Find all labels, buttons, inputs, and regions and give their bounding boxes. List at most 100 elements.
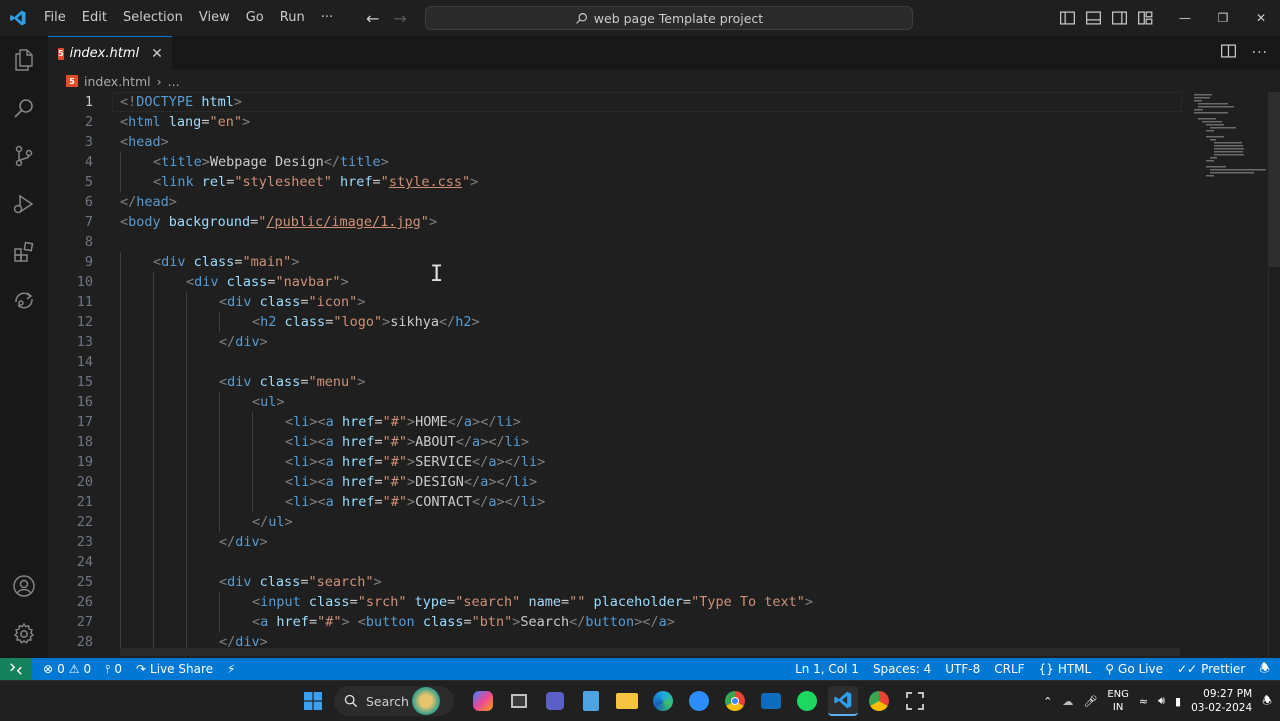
prettier-button[interactable]: ✓✓ Prettier: [1170, 662, 1252, 676]
code-line[interactable]: 3 <head>: [48, 132, 1188, 152]
menu-file[interactable]: File: [36, 0, 74, 36]
code-text: <ul>: [252, 394, 285, 410]
remote-indicator-icon[interactable]: [0, 658, 32, 680]
back-arrow-icon[interactable]: ←: [366, 9, 379, 28]
edge-icon[interactable]: [648, 686, 678, 716]
show-hidden-icons-chevron-icon[interactable]: ⌃: [1043, 695, 1052, 708]
menu-edit[interactable]: Edit: [74, 0, 115, 36]
code-line[interactable]: 25 <div class="search">: [48, 572, 1188, 592]
code-text: <li><a href="#">CONTACT</a></li>: [285, 494, 546, 510]
code-line[interactable]: 11 <div class="icon">: [48, 292, 1188, 312]
run-debug-icon[interactable]: [0, 180, 48, 228]
menu-view[interactable]: View: [191, 0, 238, 36]
windows-start-icon[interactable]: [298, 686, 328, 716]
notification-bell-icon[interactable]: 🕭︎: [1262, 692, 1272, 711]
line-number: 22: [76, 514, 93, 530]
task-view-icon[interactable]: [504, 686, 534, 716]
explorer-icon[interactable]: [0, 36, 48, 84]
split-editor-icon[interactable]: [1220, 44, 1236, 62]
spotify-icon[interactable]: [792, 686, 822, 716]
search-sidebar-icon[interactable]: [0, 84, 48, 132]
code-line[interactable]: 24: [48, 552, 1188, 572]
minimap[interactable]: [1188, 92, 1268, 658]
power-automate-icon[interactable]: [756, 686, 786, 716]
zoom-icon[interactable]: [684, 686, 714, 716]
code-line[interactable]: 5 <link rel="stylesheet" href="style.css"…: [48, 172, 1188, 192]
ports-indicator[interactable]: ⫯ 0: [98, 662, 129, 677]
code-editor[interactable]: 1 <!DOCTYPE html> 2 <html lang="en"> 3 <head>…: [48, 92, 1188, 658]
restore-button[interactable]: ❐: [1204, 0, 1242, 36]
close-window-button[interactable]: ✕: [1242, 0, 1280, 36]
notifications-bell-icon[interactable]: 🕭︎: [1252, 659, 1280, 680]
tab-close-icon[interactable]: ✕: [151, 46, 163, 62]
language-mode[interactable]: {} HTML: [1032, 662, 1099, 676]
forward-arrow-icon[interactable]: →: [393, 9, 406, 28]
code-line[interactable]: 8: [48, 232, 1188, 252]
snipping-tool-icon[interactable]: [900, 686, 930, 716]
code-line[interactable]: 2 <html lang="en">: [48, 112, 1188, 132]
toggle-panel-icon[interactable]: [1080, 0, 1106, 36]
code-line[interactable]: 15 <div class="menu">: [48, 372, 1188, 392]
end-of-line[interactable]: CRLF: [987, 662, 1031, 676]
widgets-icon[interactable]: [412, 687, 440, 715]
error-count: 0: [57, 662, 65, 676]
customize-layout-icon[interactable]: [1132, 0, 1158, 36]
system-clock[interactable]: 09:27 PM 03-02-2024: [1191, 687, 1252, 715]
code-line[interactable]: 9 <div class="main">: [48, 252, 1188, 272]
code-line[interactable]: 10 <div class="navbar">: [48, 272, 1188, 292]
command-center[interactable]: web page Template project: [425, 6, 913, 30]
breadcrumb-file[interactable]: index.html: [84, 74, 151, 89]
battery-icon[interactable]: ▮: [1175, 695, 1181, 708]
code-line[interactable]: 6 </head>: [48, 192, 1188, 212]
onedrive-icon[interactable]: ☁: [1062, 695, 1073, 708]
extensions-icon[interactable]: [0, 228, 48, 276]
line-number: 1: [84, 94, 93, 110]
accounts-icon[interactable]: [0, 562, 48, 610]
teams-icon[interactable]: [540, 686, 570, 716]
chrome-icon[interactable]: [720, 686, 750, 716]
lightning-icon[interactable]: ⚡︎: [220, 662, 242, 676]
notepad-icon[interactable]: [576, 686, 606, 716]
volume-icon[interactable]: 🔊︎: [1158, 694, 1165, 708]
input-language-indicator[interactable]: ENG IN: [1107, 688, 1129, 714]
microphone-icon[interactable]: 🎤︎: [1083, 695, 1097, 708]
code-line[interactable]: 23 </div>: [48, 532, 1188, 552]
menu-run[interactable]: Run: [272, 0, 313, 36]
live-share-button[interactable]: ↷ Live Share: [129, 662, 220, 676]
code-line[interactable]: 7 <body background="/public/image/1.jpg">: [48, 212, 1188, 232]
copilot-icon[interactable]: [468, 686, 498, 716]
menu-go[interactable]: Go: [238, 0, 272, 36]
menu-more[interactable]: ···: [313, 0, 341, 36]
settings-gear-icon[interactable]: [0, 610, 48, 658]
file-explorer-icon[interactable]: [612, 686, 642, 716]
source-control-icon[interactable]: [0, 132, 48, 180]
vertical-scrollbar[interactable]: [1268, 92, 1280, 658]
toggle-secondary-sidebar-icon[interactable]: [1106, 0, 1132, 36]
more-actions-icon[interactable]: ···: [1252, 45, 1268, 61]
chrome-profile-icon[interactable]: [864, 686, 894, 716]
code-line[interactable]: 14: [48, 352, 1188, 372]
toggle-primary-sidebar-icon[interactable]: [1054, 0, 1080, 36]
code-line[interactable]: 1 <!DOCTYPE html>: [48, 92, 1188, 112]
minimize-button[interactable]: —: [1166, 0, 1204, 36]
vertical-scrollbar-thumb[interactable]: [1269, 92, 1280, 267]
cursor-position[interactable]: Ln 1, Col 1: [788, 662, 866, 676]
breadcrumb-separator: ›: [156, 73, 162, 89]
encoding[interactable]: UTF-8: [938, 662, 987, 676]
vscode-taskbar-icon[interactable]: [828, 686, 858, 716]
go-live-button[interactable]: ⚲ Go Live: [1098, 662, 1170, 676]
line-number: 8: [84, 234, 93, 250]
remote-explorer-icon[interactable]: [0, 276, 48, 324]
code-line[interactable]: 13 </div>: [48, 332, 1188, 352]
line-number: 18: [76, 434, 93, 450]
indentation[interactable]: Spaces: 4: [866, 662, 938, 676]
line-number: 26: [76, 594, 93, 610]
problems-indicator[interactable]: ⊗ 0 ⚠ 0: [36, 662, 98, 676]
code-line[interactable]: 4 <title>Webpage Design</title>: [48, 152, 1188, 172]
wifi-icon[interactable]: ≈: [1139, 695, 1148, 708]
tab-index-html[interactable]: 5 index.html ✕: [48, 36, 172, 70]
breadcrumb-symbol[interactable]: ...: [168, 74, 180, 89]
menu-selection[interactable]: Selection: [115, 0, 191, 36]
indent-guide: [153, 272, 154, 652]
horizontal-scrollbar[interactable]: [120, 648, 1180, 656]
